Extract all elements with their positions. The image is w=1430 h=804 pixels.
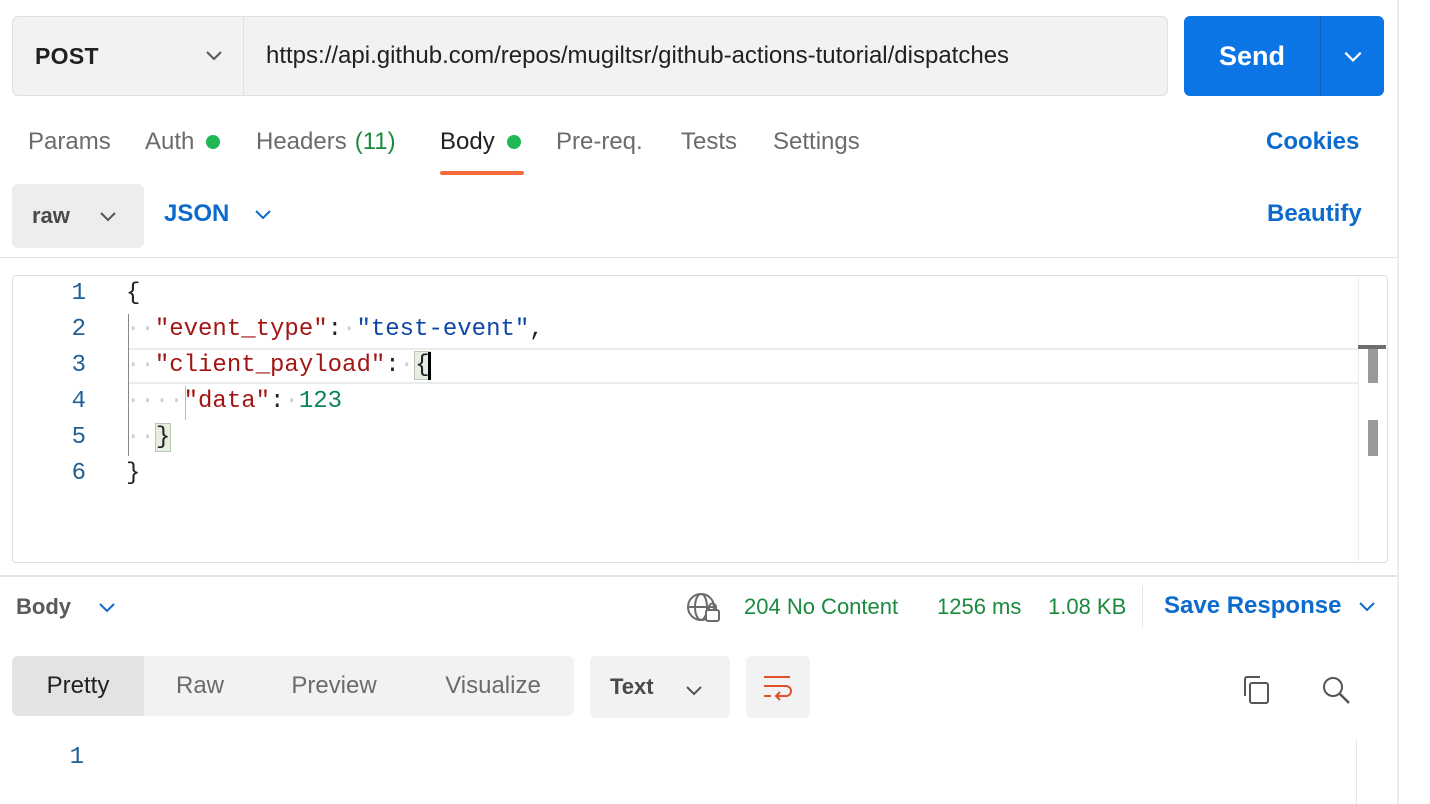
chevron-down-icon — [255, 210, 272, 220]
chevron-down-icon — [99, 603, 115, 613]
body-mode-label: raw — [32, 203, 70, 228]
copy-icon — [1244, 676, 1269, 704]
scrollbar-marker — [1368, 420, 1378, 456]
url-input[interactable] — [266, 42, 1156, 70]
line-number: 2 — [71, 316, 86, 343]
send-options-button[interactable] — [1320, 16, 1384, 96]
response-scrollbar[interactable] — [1356, 740, 1386, 804]
code-token: : — [327, 316, 343, 343]
save-response-label: Save Response — [1164, 592, 1342, 619]
tab-tests[interactable]: Tests — [681, 128, 737, 156]
scrollbar-thumb[interactable] — [1368, 349, 1378, 383]
code-line-1: { — [126, 280, 140, 307]
status-dot — [506, 135, 521, 149]
window-edge — [1397, 0, 1399, 804]
line-number: 1 — [69, 744, 84, 771]
tab-body[interactable]: Body — [440, 128, 521, 156]
chevron-down-icon — [206, 51, 222, 61]
code-token: { — [126, 280, 141, 307]
divider — [1142, 586, 1143, 628]
tab-settings[interactable]: Settings — [773, 128, 860, 156]
tab-label: Headers — [256, 128, 347, 155]
line-number: 6 — [71, 460, 86, 487]
divider — [0, 257, 1398, 258]
view-raw[interactable]: Raw — [144, 656, 256, 716]
code-token: } — [126, 460, 141, 487]
wrap-lines-button[interactable] — [746, 656, 810, 718]
code-line-6: } — [126, 460, 140, 487]
response-size[interactable]: 1.08 KB — [1048, 594, 1126, 620]
tab-label: Auth — [145, 128, 195, 155]
url-field[interactable] — [243, 16, 1168, 96]
tab-label: Tests — [681, 128, 738, 155]
tab-label: Body — [440, 128, 495, 155]
method-select[interactable]: POST — [12, 16, 244, 96]
code-line-5: ··} — [126, 423, 172, 452]
tab-params[interactable]: Params — [28, 128, 111, 156]
response-body-select[interactable]: Body — [16, 594, 117, 620]
chevron-down-icon — [1344, 51, 1361, 62]
search-button[interactable] — [1316, 670, 1356, 710]
response-format-label: Text — [610, 674, 654, 699]
editor-scrollbar[interactable] — [1358, 277, 1386, 561]
text-cursor — [428, 352, 431, 380]
code-token: } — [154, 423, 172, 452]
beautify-link[interactable]: Beautify — [1267, 200, 1362, 228]
line-number: 5 — [71, 424, 86, 451]
code-token: "data" — [183, 388, 271, 415]
code-token: : — [385, 352, 400, 379]
code-token: : — [270, 388, 285, 415]
code-token: , — [529, 316, 544, 343]
globe-lock-icon[interactable] — [686, 592, 722, 624]
code-token: "client_payload" — [154, 352, 386, 379]
code-token: "event_type" — [154, 316, 328, 343]
chevron-down-icon — [100, 212, 116, 222]
tab-label: Settings — [773, 128, 860, 155]
active-tab-indicator — [440, 171, 524, 175]
save-response-button[interactable]: Save Response — [1164, 592, 1377, 620]
code-line-2: ··"event_type":·"test-event", — [126, 316, 544, 343]
code-line-4: ····"data":·123 — [126, 388, 343, 415]
language-select[interactable]: JSON — [164, 200, 273, 228]
chevron-down-icon — [686, 686, 702, 696]
tab-headers[interactable]: Headers (11) — [256, 128, 396, 156]
tab-auth[interactable]: Auth — [145, 128, 221, 156]
code-token: 123 — [298, 388, 343, 415]
chevron-down-icon — [1359, 602, 1376, 612]
language-label: JSON — [164, 200, 230, 227]
line-number: 3 — [71, 352, 86, 379]
header-count: (11) — [354, 128, 396, 155]
method-label: POST — [35, 42, 99, 69]
tab-pre-request[interactable]: Pre-req. — [556, 128, 643, 156]
response-body-label: Body — [16, 594, 71, 619]
response-time[interactable]: 1256 ms — [937, 594, 1021, 620]
pane-divider[interactable] — [0, 575, 1398, 577]
tab-label: Params — [28, 128, 111, 155]
line-number: 4 — [71, 388, 86, 415]
cookies-link[interactable]: Cookies — [1266, 128, 1359, 156]
view-pretty[interactable]: Pretty — [12, 656, 144, 716]
view-visualize[interactable]: Visualize — [412, 656, 574, 716]
copy-button[interactable] — [1236, 670, 1276, 710]
response-format-select[interactable]: Text — [590, 656, 730, 718]
status-code[interactable]: 204 No Content — [744, 594, 898, 620]
wrap-lines-icon — [764, 676, 792, 701]
code-line-3: ··"client_payload":·{ — [126, 351, 431, 380]
search-icon — [1323, 677, 1350, 704]
tab-label: Pre-req. — [556, 128, 643, 155]
body-mode-select[interactable]: raw — [12, 184, 144, 248]
send-button[interactable]: Send — [1184, 16, 1320, 96]
view-preview[interactable]: Preview — [256, 656, 412, 716]
status-dot — [206, 135, 221, 149]
code-token: "test-event" — [356, 316, 530, 343]
line-number: 1 — [71, 280, 86, 307]
